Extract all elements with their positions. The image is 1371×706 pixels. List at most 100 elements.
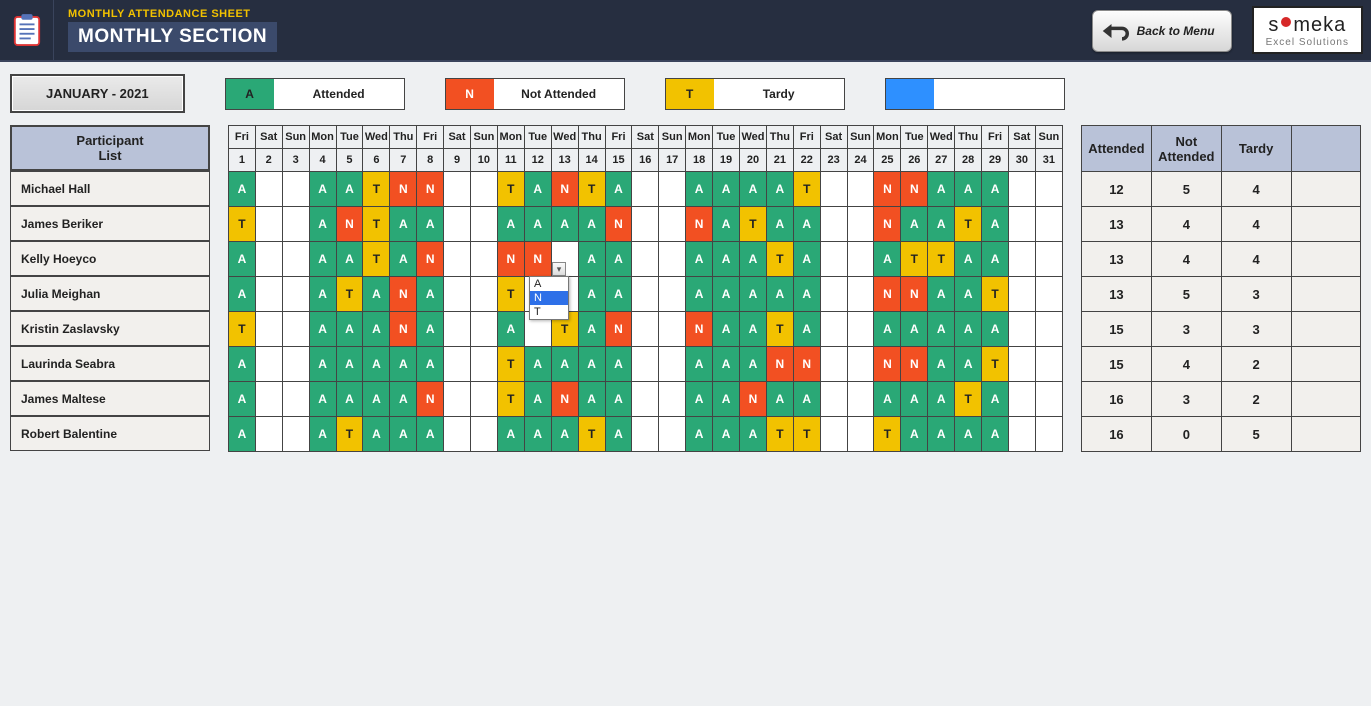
attendance-cell[interactable]	[1035, 172, 1062, 207]
attendance-cell[interactable]	[847, 277, 874, 312]
attendance-cell[interactable]: A	[229, 172, 256, 207]
attendance-cell[interactable]: A	[229, 347, 256, 382]
attendance-cell[interactable]: A	[874, 312, 901, 347]
attendance-cell[interactable]	[632, 277, 659, 312]
attendance-cell[interactable]	[847, 382, 874, 417]
attendance-cell[interactable]: N	[901, 347, 928, 382]
attendance-cell[interactable]: N	[605, 207, 632, 242]
attendance-cell[interactable]: N	[874, 172, 901, 207]
attendance-cell[interactable]	[632, 312, 659, 347]
attendance-cell[interactable]: A	[739, 277, 766, 312]
attendance-cell[interactable]: A	[605, 417, 632, 452]
attendance-cell[interactable]: T	[982, 347, 1009, 382]
participant-cell[interactable]: James Beriker	[10, 206, 210, 241]
attendance-cell[interactable]	[1008, 277, 1035, 312]
attendance-cell[interactable]: A	[497, 417, 524, 452]
attendance-cell[interactable]: A	[686, 382, 713, 417]
attendance-cell[interactable]	[820, 207, 847, 242]
attendance-cell[interactable]: A	[713, 382, 740, 417]
attendance-cell[interactable]: N	[551, 382, 578, 417]
attendance-cell[interactable]: A	[686, 277, 713, 312]
attendance-cell[interactable]	[847, 172, 874, 207]
attendance-cell[interactable]	[1008, 347, 1035, 382]
attendance-cell[interactable]	[444, 347, 471, 382]
attendance-cell[interactable]: A	[229, 382, 256, 417]
attendance-cell[interactable]: T	[497, 172, 524, 207]
attendance-cell[interactable]	[282, 172, 309, 207]
attendance-cell[interactable]: A	[928, 277, 955, 312]
attendance-cell[interactable]	[847, 242, 874, 277]
attendance-cell[interactable]: A	[605, 277, 632, 312]
attendance-cell[interactable]	[632, 242, 659, 277]
attendance-cell[interactable]: A	[551, 207, 578, 242]
attendance-cell[interactable]: A	[766, 277, 793, 312]
attendance-cell[interactable]: T	[982, 277, 1009, 312]
attendance-cell[interactable]	[659, 207, 686, 242]
attendance-cell[interactable]: T	[793, 417, 820, 452]
back-to-menu-button[interactable]: Back to Menu	[1092, 10, 1232, 52]
attendance-cell[interactable]: A	[551, 417, 578, 452]
attendance-cell[interactable]: T	[336, 277, 363, 312]
attendance-cell[interactable]: T	[578, 417, 605, 452]
attendance-cell[interactable]	[1008, 312, 1035, 347]
attendance-cell[interactable]: N	[605, 312, 632, 347]
attendance-cell[interactable]	[659, 277, 686, 312]
attendance-cell[interactable]: A	[363, 417, 390, 452]
attendance-cell[interactable]: N	[497, 242, 524, 277]
attendance-cell[interactable]: A	[605, 382, 632, 417]
attendance-cell[interactable]	[282, 242, 309, 277]
attendance-cell[interactable]: A	[739, 417, 766, 452]
attendance-cell[interactable]: A	[713, 207, 740, 242]
attendance-cell[interactable]	[1035, 312, 1062, 347]
attendance-cell[interactable]: N	[390, 312, 417, 347]
attendance-cell[interactable]: A	[605, 242, 632, 277]
attendance-cell[interactable]	[255, 172, 282, 207]
attendance-cell[interactable]	[444, 312, 471, 347]
attendance-cell[interactable]: A	[417, 417, 444, 452]
attendance-cell[interactable]	[444, 382, 471, 417]
attendance-cell[interactable]: A	[955, 312, 982, 347]
attendance-cell[interactable]: A	[417, 207, 444, 242]
attendance-cell[interactable]: A	[874, 382, 901, 417]
attendance-cell[interactable]	[659, 417, 686, 452]
attendance-cell[interactable]	[1035, 242, 1062, 277]
attendance-cell[interactable]	[820, 312, 847, 347]
attendance-cell[interactable]: A	[793, 207, 820, 242]
attendance-cell[interactable]: A	[309, 382, 336, 417]
attendance-cell[interactable]: N	[901, 172, 928, 207]
attendance-cell[interactable]: T	[928, 242, 955, 277]
attendance-cell[interactable]: A	[229, 277, 256, 312]
attendance-cell[interactable]: A	[686, 347, 713, 382]
attendance-cell[interactable]: A	[578, 382, 605, 417]
attendance-cell[interactable]: A	[955, 172, 982, 207]
attendance-cell[interactable]: A	[793, 242, 820, 277]
attendance-cell[interactable]: A	[309, 417, 336, 452]
attendance-cell[interactable]: N	[390, 277, 417, 312]
dropdown-option[interactable]: N	[530, 291, 568, 305]
attendance-cell[interactable]: N	[551, 172, 578, 207]
attendance-cell[interactable]: N	[739, 382, 766, 417]
attendance-cell[interactable]: N	[390, 172, 417, 207]
dropdown-option[interactable]: T	[530, 305, 568, 319]
attendance-cell[interactable]: T	[578, 172, 605, 207]
attendance-cell[interactable]: N	[417, 172, 444, 207]
attendance-cell[interactable]: A	[524, 382, 551, 417]
attendance-cell[interactable]: A	[578, 277, 605, 312]
attendance-cell[interactable]	[1008, 417, 1035, 452]
attendance-cell[interactable]: N	[901, 277, 928, 312]
attendance-cell[interactable]: A	[766, 382, 793, 417]
attendance-cell[interactable]: T	[497, 347, 524, 382]
attendance-cell[interactable]: A	[928, 417, 955, 452]
attendance-cell[interactable]	[659, 242, 686, 277]
attendance-cell[interactable]	[847, 417, 874, 452]
month-selector[interactable]: JANUARY - 2021	[10, 74, 185, 113]
attendance-cell[interactable]: N	[417, 382, 444, 417]
attendance-cell[interactable]: T	[497, 277, 524, 312]
attendance-cell[interactable]	[632, 172, 659, 207]
attendance-cell[interactable]: A	[309, 347, 336, 382]
attendance-cell[interactable]: A	[497, 312, 524, 347]
attendance-cell[interactable]: N	[686, 312, 713, 347]
attendance-cell[interactable]: A	[309, 312, 336, 347]
attendance-cell[interactable]: A	[524, 207, 551, 242]
attendance-cell[interactable]: A	[766, 172, 793, 207]
